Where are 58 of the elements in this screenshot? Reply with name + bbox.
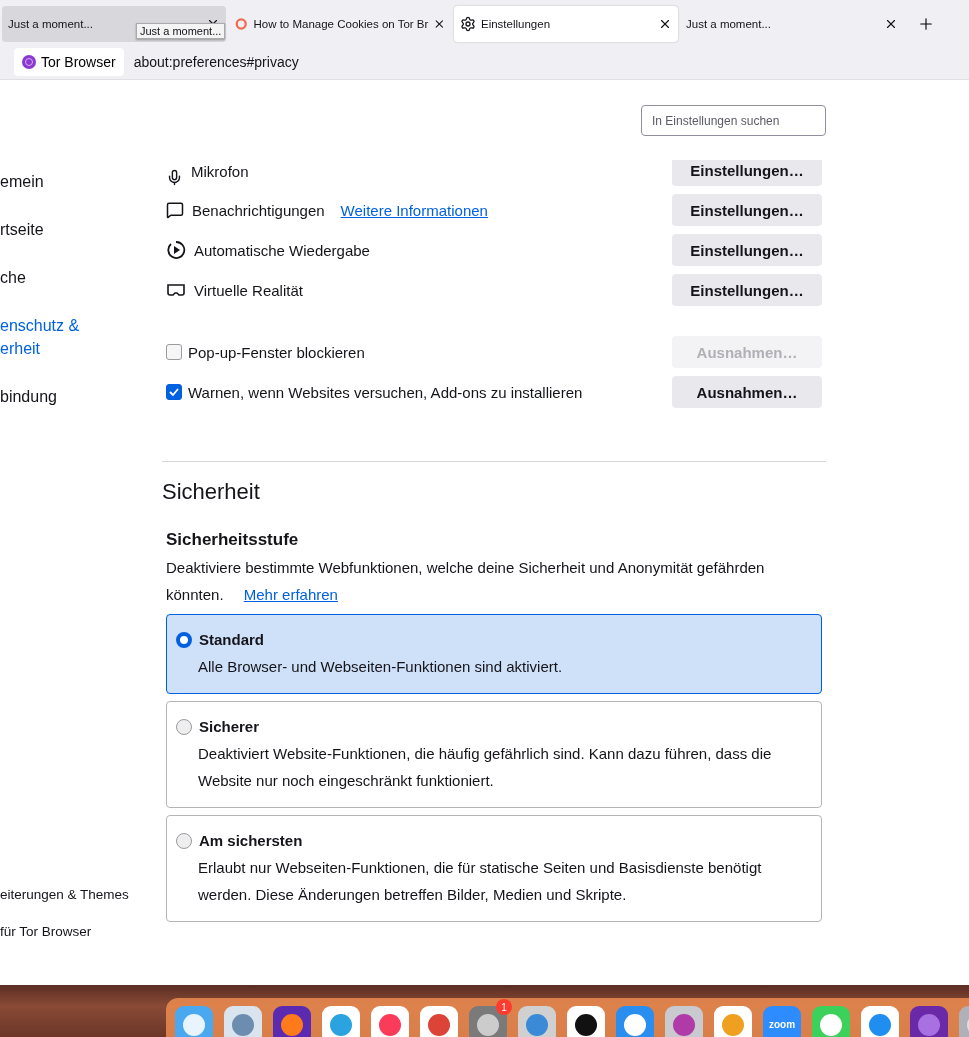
sidebar-item[interactable]: rtseite	[0, 218, 80, 241]
browser-tab[interactable]: Einstellungen	[454, 6, 678, 42]
security-level-card[interactable]: Sicherer Deaktiviert Website-Funktionen, die häufig gefährlich sind. Kann dazu führen, dass die Website nur noch eingeschränkt funktioniert.	[166, 701, 822, 808]
permission-label: Virtuelle Realität	[194, 281, 303, 299]
checkbox[interactable]	[166, 344, 182, 360]
tooltip: Just a moment...	[136, 23, 226, 39]
notification-badge: 1	[496, 999, 512, 1015]
search-field[interactable]: In Einstellungen suchen	[641, 105, 826, 136]
app-icon[interactable]	[566, 1005, 606, 1037]
exceptions-button[interactable]: Ausnahmen…	[672, 376, 822, 408]
settings-button[interactable]: Einstellungen…	[672, 274, 822, 306]
level-description: Deaktiviert Website-Funktionen, die häufig gefährlich sind. Kann dazu führen, dass die Website nur noch eingeschränkt funktioniert.	[198, 744, 773, 791]
radio-button[interactable]	[176, 718, 192, 735]
subsection-heading: Sicherheitsstufe	[166, 530, 300, 550]
sidebar-item[interactable]: che	[0, 266, 80, 289]
autoplay-icon	[166, 240, 186, 260]
section-heading: Sicherheit	[162, 479, 261, 505]
settings-icon	[460, 16, 476, 32]
level-description: Alle Browser- und Webseiten-Funktionen sind aktiviert.	[198, 657, 564, 677]
settings-button[interactable]: Einstellungen…	[672, 160, 822, 186]
new-tab-icon[interactable]	[917, 15, 935, 33]
permission-label: Automatische Wiedergabe	[194, 241, 370, 259]
sidebar-link[interactable]: eiterungen & Themes	[0, 887, 162, 902]
microphone-icon	[166, 169, 183, 186]
checkbox[interactable]	[166, 384, 182, 400]
message-icon	[166, 201, 184, 219]
vr-headset-icon	[166, 283, 186, 297]
tor-icon	[22, 54, 36, 69]
radio-button[interactable]	[176, 631, 192, 648]
learn-more-link[interactable]: Mehr erfahren	[243, 586, 338, 603]
checkbox-label: Warnen, wenn Websites versuchen, Add-ons zu installieren	[188, 383, 583, 401]
security-level-card[interactable]: Standard Alle Browser- und Webseiten-Funktionen sind aktiviert.	[166, 614, 822, 694]
site-icon	[234, 16, 249, 32]
close-icon[interactable]	[433, 17, 446, 31]
level-name: Am sichersten	[199, 832, 303, 849]
description-text: Deaktiviere bestimmte Webfunktionen, welche deine Sicherheit und Anonymität gefährden könnten. Mehr erfahren	[166, 558, 766, 605]
close-icon[interactable]	[658, 17, 672, 31]
sidebar-item[interactable]: emein	[0, 170, 80, 193]
sidebar-item[interactable]: enschutz & erheit	[0, 314, 80, 360]
settings-button[interactable]: Einstellungen…	[672, 194, 822, 226]
checkbox-label: Pop-up-Fenster blockieren	[188, 343, 365, 361]
security-level-card[interactable]: Am sichersten Erlaubt nur Webseiten-Funktionen, die für statische Seiten und Basisdienste benötigt werden. Diese Änderungen betreffen Bilder, Medien und Skripte.	[166, 815, 822, 922]
sidebar-item[interactable]: bindung	[0, 385, 80, 408]
permission-label: Benachrichtigungen	[192, 201, 325, 219]
more-info-link[interactable]: Weitere Informationen	[340, 201, 488, 219]
level-name: Sicherer	[199, 718, 260, 735]
browser-tab[interactable]: How to Manage Cookies on Tor Br	[228, 6, 452, 42]
app-label: zoom	[767, 1019, 797, 1030]
level-name: Standard	[199, 631, 264, 648]
radio-button[interactable]	[176, 832, 192, 849]
identity-button[interactable]: Tor Browser	[14, 47, 124, 76]
address-field[interactable]: about:preferences#privacy	[133, 53, 299, 70]
sidebar-link[interactable]: für Tor Browser	[0, 924, 162, 939]
browser-tab[interactable]: Just a moment...	[680, 6, 904, 42]
close-icon[interactable]	[884, 17, 898, 31]
settings-button[interactable]: Einstellungen…	[672, 234, 822, 266]
permission-label: Mikrofon	[191, 163, 249, 180]
level-description: Erlaubt nur Webseiten-Funktionen, die für statische Seiten und Basisdienste benötigt werden. Diese Änderungen betreffen Bilder, Medien und Skripte.	[198, 858, 763, 905]
